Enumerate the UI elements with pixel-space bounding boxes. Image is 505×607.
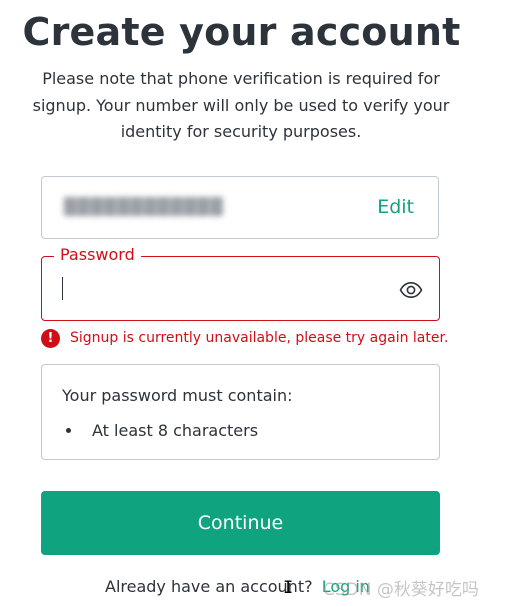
continue-button[interactable]: Continue [41,491,440,555]
text-caret [62,277,63,300]
email-field[interactable]: ████████████ Edit [41,176,439,239]
password-error: ! Signup is currently unavailable, pleas… [41,328,448,348]
password-requirements: Your password must contain: At least 8 c… [41,364,440,460]
password-field[interactable]: Password [41,245,440,321]
requirement-item: At least 8 characters [66,421,258,440]
password-label: Password [54,245,141,264]
login-prompt-text: Already have an account? [105,577,313,596]
requirements-heading: Your password must contain: [62,386,293,405]
text-cursor-icon: I [283,578,294,598]
error-icon: ! [41,328,60,348]
page-subtitle: Please note that phone verification is r… [32,69,450,141]
requirement-text: At least 8 characters [92,421,259,440]
eye-icon[interactable] [399,278,423,302]
bullet-icon [66,428,71,433]
email-value-redacted: ████████████ [64,197,224,216]
password-error-text: Signup is currently unavailable, please … [70,330,449,346]
page-title: Create your account [22,10,461,54]
watermark: CSDN @秋葵好吃吗 [323,580,479,600]
edit-email-link[interactable]: Edit [377,196,414,218]
